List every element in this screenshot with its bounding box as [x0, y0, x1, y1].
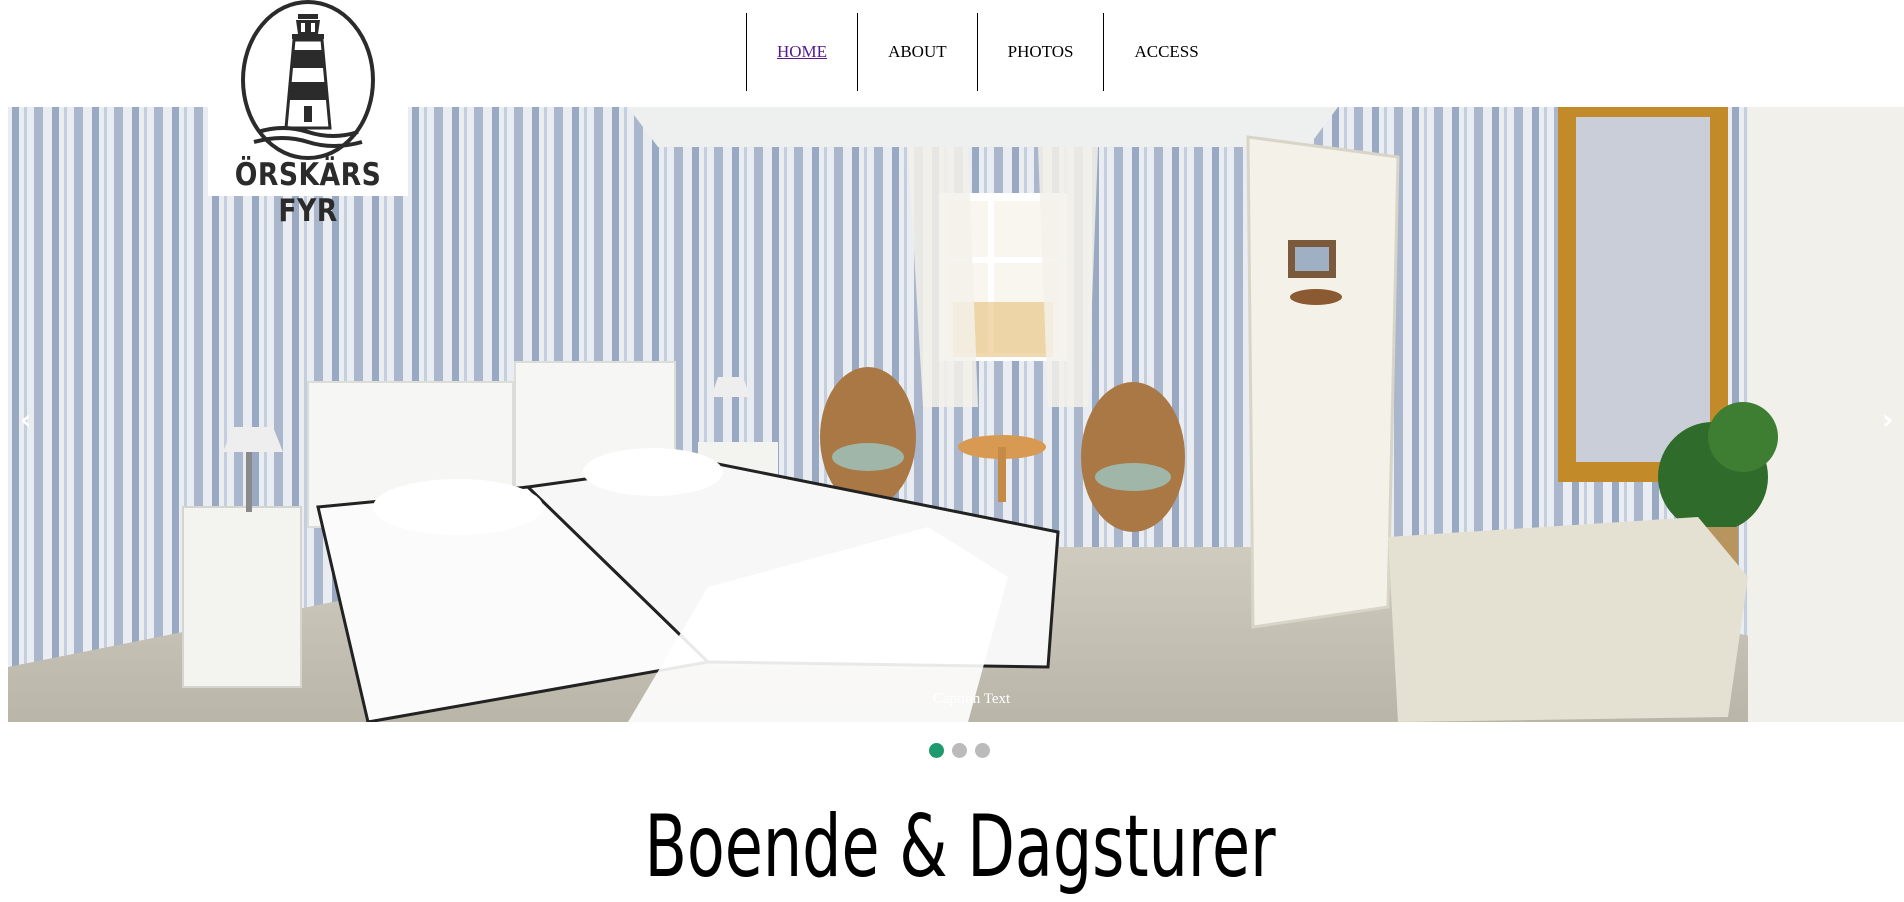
slide-dot-2[interactable] [952, 743, 967, 758]
nav-access[interactable]: ACCESS [1103, 13, 1228, 91]
nav-about[interactable]: ABOUT [857, 13, 977, 91]
previous-slide-button[interactable]: ‹ [20, 405, 32, 435]
nav-home[interactable]: HOME [746, 13, 857, 91]
lighthouse-icon [241, 0, 375, 160]
slide-caption: Caption Text [932, 691, 1011, 707]
main-nav: HOME ABOUT PHOTOS ACCESS [746, 13, 1229, 91]
slide-dot-3[interactable] [975, 743, 990, 758]
nav-photos[interactable]: PHOTOS [976, 13, 1104, 91]
slide-indicators [929, 743, 990, 758]
logo-text: ÖRSKÄRS FYR [234, 157, 382, 229]
slide-dot-1[interactable] [929, 743, 944, 758]
next-slide-button[interactable]: › [1882, 405, 1894, 435]
site-logo[interactable]: ÖRSKÄRS FYR [208, 0, 408, 229]
page-heading: Boende & Dagsturer [644, 797, 1276, 897]
